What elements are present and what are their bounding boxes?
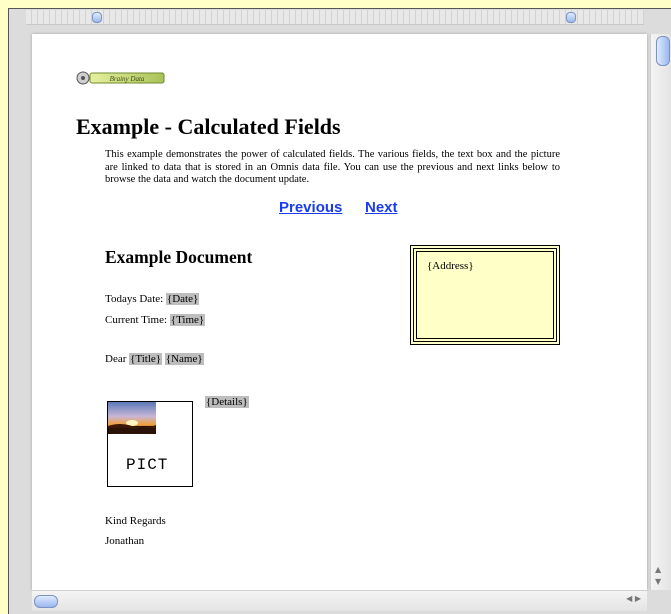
details-line: {Details} xyxy=(205,396,249,408)
next-link[interactable]: Next xyxy=(365,199,398,216)
greeting-label: Dear xyxy=(105,353,127,365)
time-field[interactable]: {Time} xyxy=(169,314,206,326)
date-label: Todays Date: xyxy=(105,293,164,305)
vertical-scroll-arrows[interactable]: ▲ ▼ xyxy=(655,564,661,588)
example-document-heading: Example Document xyxy=(105,247,253,267)
closing-text: Kind Regards xyxy=(105,515,166,527)
horizontal-scrollbar[interactable]: ◀ ▶ xyxy=(32,590,647,611)
time-line: Current Time: {Time} xyxy=(105,314,206,326)
name-field[interactable]: {Name} xyxy=(164,353,204,365)
intro-paragraph: This example demonstrates the power of c… xyxy=(105,149,560,185)
previous-link[interactable]: Previous xyxy=(279,199,342,216)
page-title: Example - Calculated Fields xyxy=(76,114,341,139)
svg-text:Brainy Data: Brainy Data xyxy=(110,75,145,83)
title-field[interactable]: {Title} xyxy=(129,353,163,365)
address-text-box[interactable]: {Address} xyxy=(410,245,560,345)
sunset-picture xyxy=(108,402,156,434)
details-field[interactable]: {Details} xyxy=(205,396,249,408)
time-label: Current Time: xyxy=(105,314,168,326)
pict-label: PICT xyxy=(126,456,169,474)
signature-text: Jonathan xyxy=(105,535,145,547)
vertical-scroll-thumb[interactable] xyxy=(656,36,670,66)
horizontal-ruler[interactable] xyxy=(26,10,644,25)
date-field[interactable]: {Date} xyxy=(165,293,200,305)
date-line: Todays Date: {Date} xyxy=(105,293,200,305)
vertical-scrollbar[interactable]: ▲ ▼ xyxy=(650,34,671,590)
picture-field[interactable]: PICT xyxy=(107,401,193,487)
horizontal-scroll-thumb[interactable] xyxy=(34,595,58,608)
ruler-right-marker[interactable] xyxy=(566,12,576,23)
horizontal-scroll-arrows[interactable]: ◀ ▶ xyxy=(626,594,641,603)
document-page: Brainy Data Example - Calculated Fields … xyxy=(32,34,647,590)
brainy-data-logo: Brainy Data xyxy=(76,71,165,85)
ruler-indent-marker[interactable] xyxy=(92,12,102,23)
greeting-line: Dear {Title} {Name} xyxy=(105,353,204,365)
address-field[interactable]: {Address} xyxy=(427,260,474,272)
